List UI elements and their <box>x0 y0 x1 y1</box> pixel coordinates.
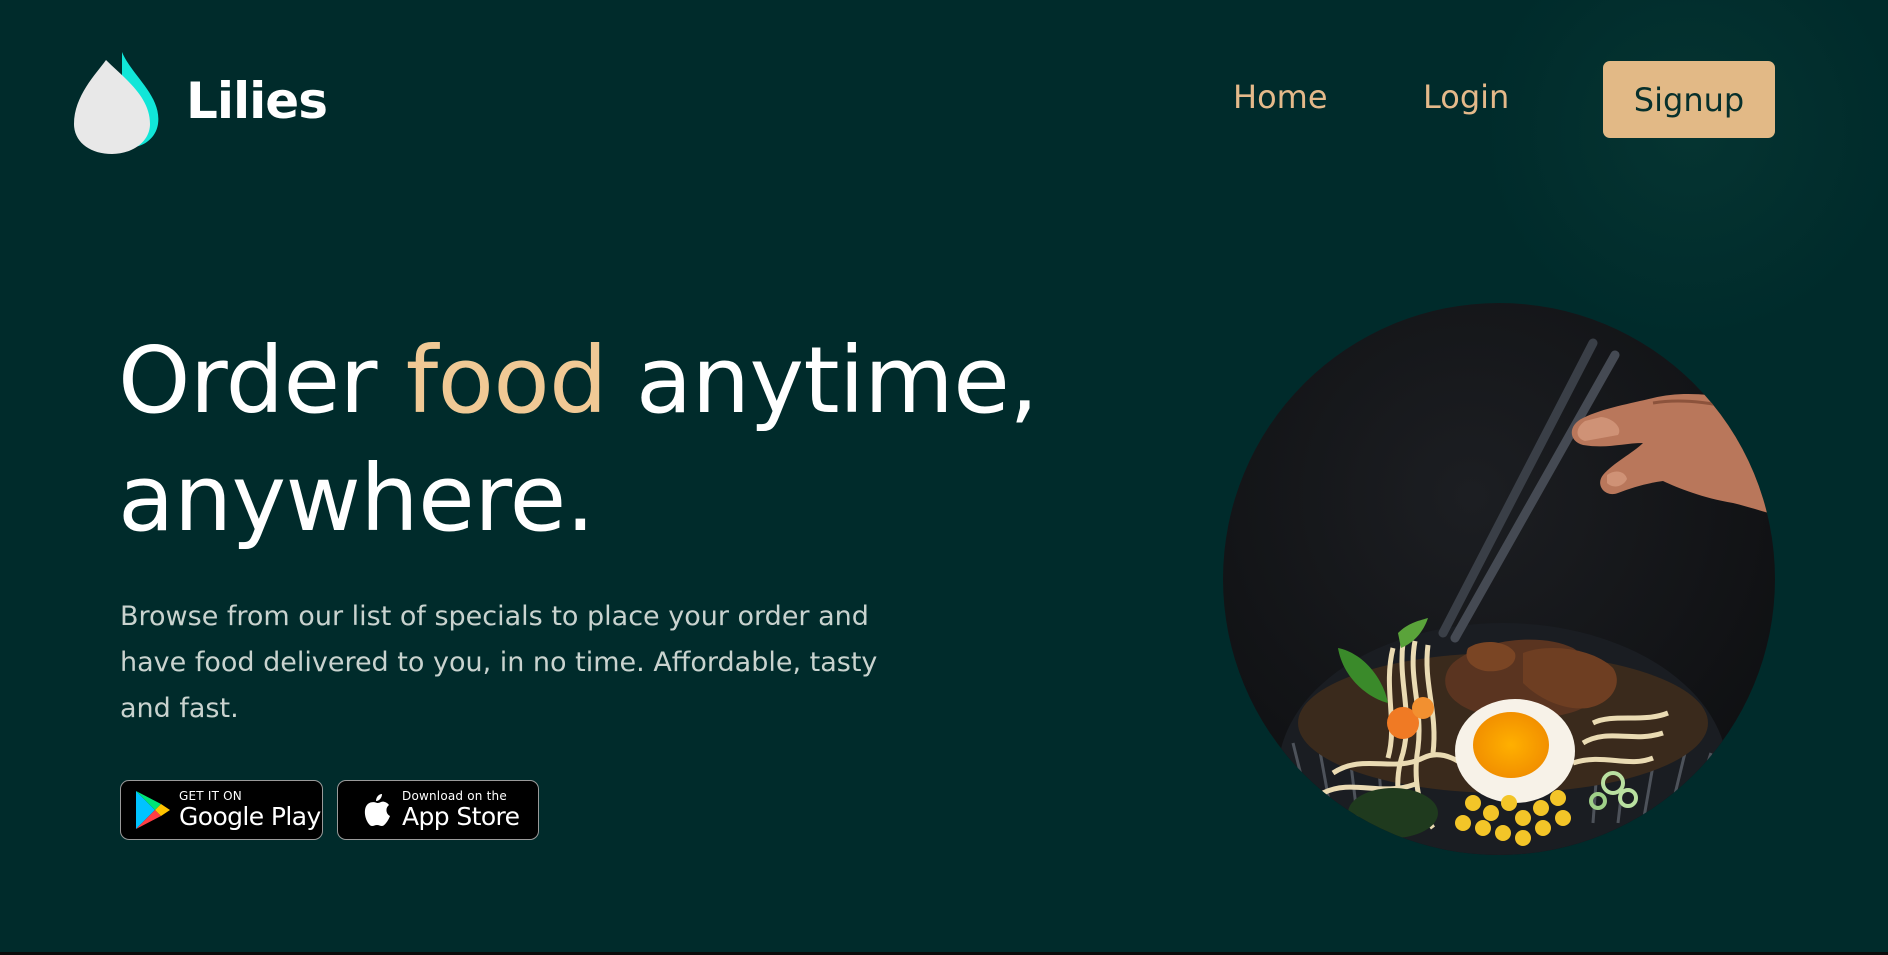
leaf-drop-logo-icon <box>74 52 159 154</box>
app-store-text: Download on the App Store <box>402 788 520 831</box>
app-store-big-label: App Store <box>402 801 520 831</box>
google-play-small-label: GET IT ON <box>179 788 242 803</box>
hero-title-part1: Order <box>118 327 406 434</box>
brand-name: Lilies <box>186 72 328 130</box>
hero-title: Order food anytime, anywhere. <box>118 322 1039 558</box>
hero-title-accent: food <box>405 327 608 434</box>
nav-login-link[interactable]: Login <box>1423 78 1509 116</box>
app-store-button[interactable]: Download on the App Store <box>337 780 539 840</box>
signup-button[interactable]: Signup <box>1603 61 1775 138</box>
brand-logo[interactable]: Lilies <box>70 48 328 154</box>
google-play-button[interactable]: GET IT ON Google Play <box>120 780 323 840</box>
google-play-text: GET IT ON Google Play <box>179 788 321 831</box>
hero-title-line2: anywhere. <box>118 445 595 552</box>
landing-page: Lilies Home Login Signup Order food anyt… <box>0 0 1888 952</box>
nav-home-link[interactable]: Home <box>1233 78 1328 116</box>
apple-icon <box>364 794 390 826</box>
background-glow <box>1480 0 1888 340</box>
google-play-icon <box>136 791 170 829</box>
google-play-big-label: Google Play <box>179 801 321 831</box>
hero-description: Browse from our list of specials to plac… <box>120 601 878 724</box>
hero-title-part2: anytime, <box>607 327 1039 434</box>
app-store-small-label: Download on the <box>402 788 507 803</box>
ramen-bowl-image <box>1223 303 1775 855</box>
